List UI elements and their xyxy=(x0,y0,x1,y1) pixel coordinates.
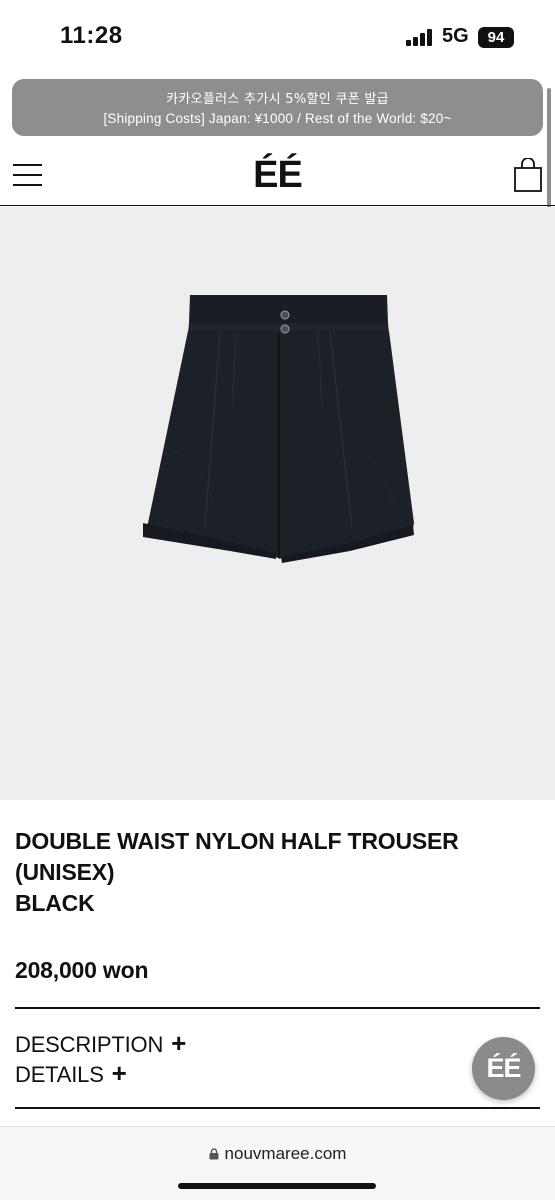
announcement-banner[interactable]: 카카오플러스 추가시 5%할인 쿠폰 발급 [Shipping Costs] J… xyxy=(12,79,543,136)
cellular-signal-icon xyxy=(406,29,434,46)
plus-icon[interactable]: + xyxy=(171,1028,186,1058)
shorts-illustration xyxy=(143,295,414,563)
banner-shipping-text: [Shipping Costs] Japan: ¥1000 / Rest of … xyxy=(103,111,452,126)
product-image[interactable] xyxy=(0,207,555,800)
battery-icon: 94 xyxy=(478,27,514,48)
description-label: DESCRIPTION xyxy=(15,1032,164,1057)
browser-address-bar[interactable]: nouvmaree.com xyxy=(0,1126,555,1200)
url-text: nouvmaree.com xyxy=(224,1144,347,1163)
product-name-line2: (UNISEX) xyxy=(15,859,115,885)
details-accordion[interactable]: DETAILS + xyxy=(15,1058,127,1089)
home-indicator[interactable] xyxy=(178,1183,376,1189)
chat-floating-button[interactable]: ÉÉ xyxy=(472,1037,535,1100)
description-accordion[interactable]: DESCRIPTION + xyxy=(15,1028,186,1059)
banner-coupon-text: 카카오플러스 추가시 5%할인 쿠폰 발급 xyxy=(166,92,389,107)
product-title: DOUBLE WAIST NYLON HALF TROUSER (UNISEX)… xyxy=(15,826,535,919)
url-display[interactable]: nouvmaree.com xyxy=(0,1144,555,1164)
plus-icon[interactable]: + xyxy=(112,1058,127,1088)
site-logo[interactable]: ÉÉ xyxy=(0,154,555,197)
status-bar: 11:28 5G 94 xyxy=(0,0,555,74)
details-label: DETAILS xyxy=(15,1062,104,1087)
lock-icon xyxy=(209,1148,219,1160)
divider xyxy=(15,1107,540,1109)
divider xyxy=(15,1007,540,1009)
product-price: 208,000 won xyxy=(15,957,149,983)
shopping-bag-icon[interactable] xyxy=(514,158,542,192)
network-type: 5G xyxy=(442,25,469,47)
site-header: ÉÉ xyxy=(0,144,555,206)
status-time: 11:28 xyxy=(60,22,123,49)
product-name-line1: DOUBLE WAIST NYLON HALF TROUSER xyxy=(15,828,459,854)
product-color: BLACK xyxy=(15,890,95,916)
